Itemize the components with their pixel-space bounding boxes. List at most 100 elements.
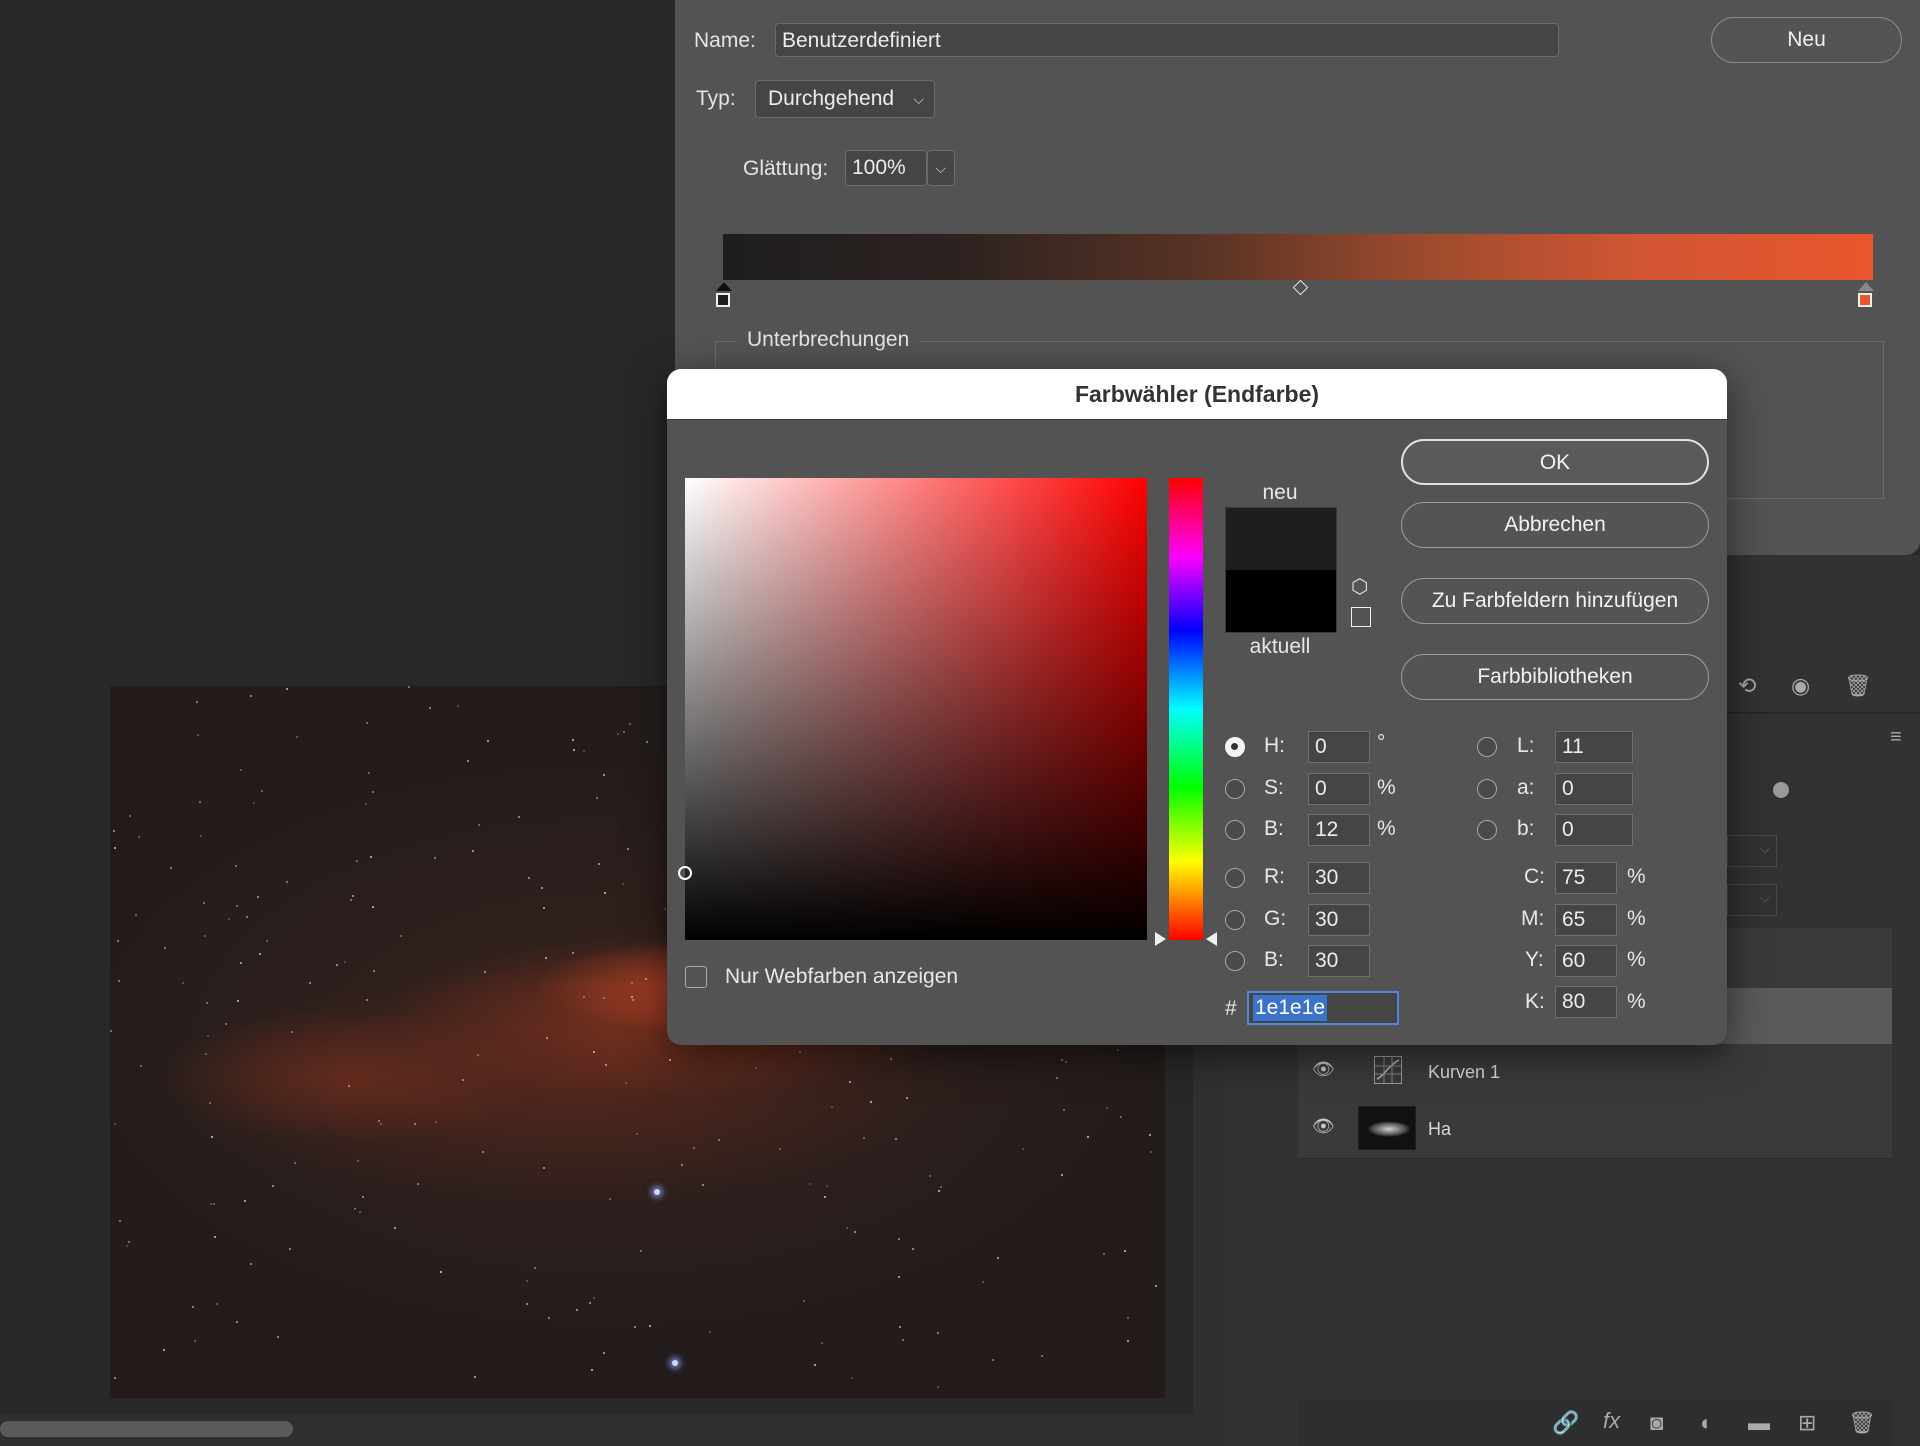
add-to-swatches-button[interactable]: Zu Farbfeldern hinzufügen	[1401, 578, 1709, 624]
a-input[interactable]: 0	[1555, 773, 1633, 805]
l-label: L:	[1517, 734, 1535, 757]
radio-b[interactable]	[1225, 820, 1245, 840]
star	[214, 1235, 217, 1238]
color-stop-end[interactable]	[1858, 293, 1872, 307]
star	[583, 996, 586, 999]
star	[609, 1197, 612, 1200]
eye-icon[interactable]: ◉	[1791, 673, 1810, 699]
smoothness-dropdown[interactable]: ⌵	[927, 150, 955, 186]
hue-slider[interactable]	[1169, 478, 1203, 940]
l-input[interactable]: 11	[1555, 731, 1633, 763]
k-input[interactable]: 80	[1555, 986, 1617, 1018]
hue-slider-handle-right[interactable]	[1206, 932, 1217, 946]
ok-button[interactable]: OK	[1401, 439, 1709, 485]
fill-dropdown[interactable]: ⌵	[1727, 884, 1777, 916]
hue-slider-handle-left[interactable]	[1155, 932, 1166, 946]
smoothness-input[interactable]: 100%	[845, 150, 927, 186]
star	[1119, 1116, 1122, 1119]
gradient-midpoint[interactable]	[1292, 279, 1309, 296]
c-input[interactable]: 75	[1555, 862, 1617, 894]
trash-icon[interactable]: 🗑	[1844, 673, 1872, 699]
star	[754, 1067, 757, 1070]
new-button[interactable]: Neu	[1711, 17, 1902, 63]
layer-row[interactable]: 👁 Ha	[1298, 1100, 1892, 1159]
web-colors-checkbox[interactable]	[685, 966, 707, 988]
slider-knob[interactable]	[1773, 782, 1789, 798]
gamut-warning-icon[interactable]: ⬡	[1351, 574, 1368, 599]
panel-menu-icon[interactable]: ≡	[1890, 726, 1902, 749]
fx-icon[interactable]: fx	[1603, 1408, 1620, 1434]
star	[366, 998, 369, 1001]
web-safe-icon[interactable]	[1351, 607, 1371, 627]
star	[253, 802, 256, 805]
color-stop-start[interactable]	[716, 293, 730, 307]
type-select[interactable]: Durchgehend ⌵	[755, 80, 935, 118]
adjustment-icon[interactable]: ◐	[1700, 1410, 1713, 1436]
star	[288, 1247, 291, 1250]
star	[477, 1054, 480, 1057]
reset-icon[interactable]: ⟲	[1738, 673, 1756, 699]
eye-icon[interactable]: 👁	[1312, 1059, 1335, 1080]
star	[354, 1208, 357, 1211]
star	[628, 722, 631, 725]
s-input[interactable]: 0	[1308, 773, 1370, 805]
layer-row[interactable]: 👁 Kurven 1	[1298, 1044, 1892, 1101]
name-input[interactable]: Benutzerdefiniert	[775, 23, 1559, 57]
r-input[interactable]: 30	[1308, 862, 1370, 894]
star	[272, 1185, 275, 1188]
g-label: G:	[1264, 907, 1287, 930]
star	[239, 769, 242, 772]
star	[243, 1200, 246, 1203]
mask-icon[interactable]: ◙	[1650, 1410, 1663, 1436]
radio-s[interactable]	[1225, 779, 1245, 799]
hex-input[interactable]: 1e1e1e	[1247, 991, 1399, 1025]
radio-lab-b[interactable]	[1477, 820, 1497, 840]
star	[593, 1050, 596, 1053]
star	[162, 1349, 165, 1352]
star	[399, 934, 402, 937]
current-color-label: aktuell	[1249, 635, 1311, 658]
star	[624, 1081, 627, 1084]
star	[474, 1376, 477, 1379]
color-field-cursor[interactable]	[678, 866, 692, 880]
radio-h[interactable]	[1225, 737, 1245, 757]
star	[202, 901, 205, 904]
star	[803, 1299, 806, 1302]
trash-icon[interactable]: 🗑	[1848, 1410, 1876, 1436]
star	[113, 1376, 116, 1379]
color-libraries-button[interactable]: Farbbibliotheken	[1401, 654, 1709, 700]
blue-input[interactable]: 30	[1308, 945, 1370, 977]
star	[117, 940, 120, 942]
radio-g[interactable]	[1225, 910, 1245, 930]
cancel-button[interactable]: Abbrechen	[1401, 502, 1709, 548]
star	[127, 1241, 130, 1244]
star	[1149, 1134, 1152, 1137]
gradient-preview-bar[interactable]	[723, 234, 1873, 280]
radio-blue[interactable]	[1225, 951, 1245, 971]
star	[277, 1335, 280, 1338]
color-field[interactable]	[678, 478, 1147, 940]
star	[434, 857, 437, 860]
star	[633, 1325, 636, 1328]
radio-a[interactable]	[1477, 779, 1497, 799]
radio-l[interactable]	[1477, 737, 1497, 757]
b-input[interactable]: 12	[1308, 814, 1370, 846]
opacity-dropdown[interactable]: ⌵	[1727, 835, 1777, 867]
eye-icon[interactable]: 👁	[1312, 1116, 1335, 1137]
link-icon[interactable]: 🔗	[1552, 1410, 1579, 1436]
star	[125, 1244, 128, 1247]
radio-r[interactable]	[1225, 868, 1245, 888]
new-layer-icon[interactable]: ⊞	[1798, 1410, 1816, 1436]
star	[250, 1262, 253, 1265]
star	[379, 1123, 382, 1126]
horizontal-scrollbar-thumb[interactable]	[0, 1421, 293, 1437]
h-input[interactable]: 0	[1308, 731, 1370, 763]
y-input[interactable]: 60	[1555, 945, 1617, 977]
folder-icon[interactable]: ▬	[1748, 1410, 1770, 1436]
star	[457, 705, 460, 708]
g-input[interactable]: 30	[1308, 904, 1370, 936]
m-input[interactable]: 65	[1555, 904, 1617, 936]
lab-b-input[interactable]: 0	[1555, 814, 1633, 846]
star	[209, 1102, 212, 1105]
current-color-swatch[interactable]	[1226, 570, 1336, 632]
